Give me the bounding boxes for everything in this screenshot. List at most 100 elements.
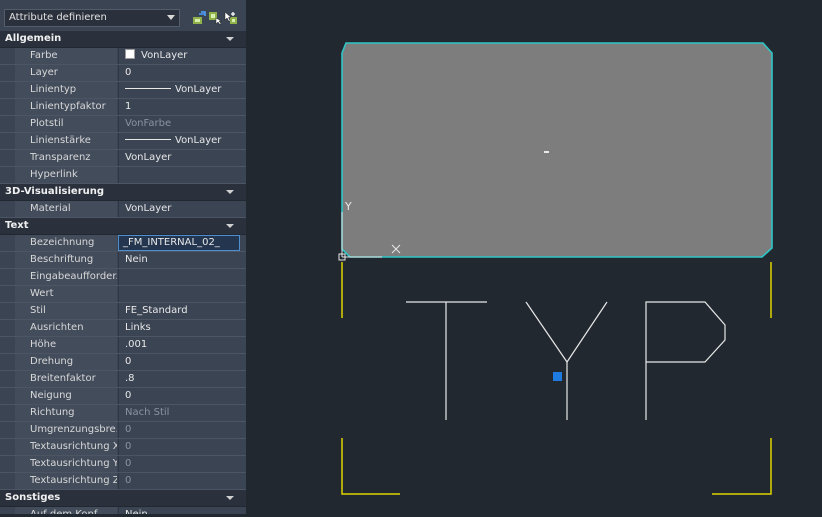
row-gutter: [0, 303, 15, 319]
property-row-transparenz[interactable]: Transparenz VonLayer: [0, 150, 246, 167]
property-row-wert[interactable]: Wert: [0, 286, 246, 303]
collapse-arrow-icon[interactable]: [226, 224, 234, 228]
property-row-richtung[interactable]: Richtung Nach Stil: [0, 405, 246, 422]
collapse-arrow-icon[interactable]: [226, 496, 234, 500]
properties-palette: Attribute definieren Allgemein Farbe VonLa…: [0, 0, 246, 514]
property-row-textausrichtung-y[interactable]: Textausrichtung Y 0: [0, 456, 246, 473]
property-row-stil[interactable]: Stil FE_Standard: [0, 303, 246, 320]
property-value[interactable]: FE_Standard: [118, 303, 240, 319]
property-row-auf-dem-kopf[interactable]: Auf dem Kopf Nein: [0, 507, 246, 514]
property-value[interactable]: 0: [118, 65, 240, 81]
property-grid: Allgemein Farbe VonLayer Layer 0 Linientyp Von…: [0, 31, 246, 514]
property-value: VonFarbe: [118, 116, 240, 132]
property-name: Transparenz: [15, 150, 117, 166]
category-text[interactable]: Text: [0, 218, 246, 235]
object-type-label: Attribute definieren: [9, 12, 107, 23]
row-gutter: [0, 82, 15, 98]
property-value-text: FE_Standard: [125, 305, 188, 316]
collapse-arrow-icon[interactable]: [226, 37, 234, 41]
property-value-text: Nein: [125, 254, 148, 265]
select-objects-icon[interactable]: [208, 11, 222, 25]
row-gutter: [0, 235, 15, 251]
row-gutter: [0, 388, 15, 404]
property-value-text: 0: [125, 475, 132, 486]
chevron-down-icon: [167, 15, 175, 20]
property-row-ausrichten[interactable]: Ausrichten Links: [0, 320, 246, 337]
property-row-beschriftung[interactable]: Beschriftung Nein: [0, 252, 246, 269]
property-name: Hyperlink: [15, 167, 117, 183]
toggle-pickadd-icon[interactable]: [224, 11, 238, 25]
property-row-farbe[interactable]: Farbe VonLayer: [0, 48, 246, 65]
property-value[interactable]: 0: [118, 354, 240, 370]
object-type-dropdown[interactable]: Attribute definieren: [4, 9, 180, 27]
property-value-text: 1: [125, 101, 132, 112]
property-row-drehung[interactable]: Drehung 0: [0, 354, 246, 371]
property-value[interactable]: [118, 269, 240, 285]
property-row-linienstärke[interactable]: Linienstärke VonLayer: [0, 133, 246, 150]
category-allgemein[interactable]: Allgemein: [0, 31, 246, 48]
quick-select-icon[interactable]: [192, 11, 206, 25]
property-value[interactable]: VonLayer: [118, 133, 240, 149]
property-value-text: Links: [125, 322, 151, 333]
line-sample-icon: [125, 139, 171, 140]
property-value[interactable]: .8: [118, 371, 240, 387]
property-value-text: VonLayer: [175, 84, 222, 95]
drawing-svg: Y: [338, 42, 773, 495]
property-name: Layer: [15, 65, 117, 81]
property-value[interactable]: Nein: [118, 252, 240, 268]
insertion-grip[interactable]: [553, 372, 562, 381]
property-row-material[interactable]: Material VonLayer: [0, 201, 246, 218]
property-row-linientyp[interactable]: Linientyp VonLayer: [0, 82, 246, 99]
property-name: Textausrichtung X: [15, 439, 117, 455]
row-gutter: [0, 354, 15, 370]
row-gutter: [0, 48, 15, 64]
property-value[interactable]: 1: [118, 99, 240, 115]
property-row-plotstil[interactable]: Plotstil VonFarbe: [0, 116, 246, 133]
property-value[interactable]: Nein: [118, 507, 240, 514]
collapse-arrow-icon[interactable]: [226, 190, 234, 194]
property-row-hyperlink[interactable]: Hyperlink: [0, 167, 246, 184]
property-value: Nach Stil: [118, 405, 240, 421]
drawing-area[interactable]: Y: [246, 0, 822, 514]
property-value[interactable]: _FM_INTERNAL_02_: [118, 235, 240, 251]
property-row-höhe[interactable]: Höhe .001: [0, 337, 246, 354]
property-value[interactable]: VonLayer: [118, 48, 240, 64]
row-gutter: [0, 337, 15, 353]
category-label: 3D-Visualisierung: [5, 186, 105, 197]
palette-header: Attribute definieren: [0, 0, 246, 30]
property-value[interactable]: [118, 167, 240, 183]
property-value-text: Nach Stil: [125, 407, 170, 418]
property-value[interactable]: Links: [118, 320, 240, 336]
property-name: Plotstil: [15, 116, 117, 132]
property-row-umgrenzungsbre[interactable]: Umgrenzungsbre... 0: [0, 422, 246, 439]
property-row-neigung[interactable]: Neigung 0: [0, 388, 246, 405]
property-value-text: 0: [125, 67, 132, 78]
category-sonstiges[interactable]: Sonstiges: [0, 490, 246, 507]
property-name: Drehung: [15, 354, 117, 370]
property-row-linientypfaktor[interactable]: Linientypfaktor 1: [0, 99, 246, 116]
property-row-bezeichnung[interactable]: Bezeichnung _FM_INTERNAL_02_: [0, 235, 246, 252]
typ-text-geometry[interactable]: [406, 301, 726, 420]
row-gutter: [0, 65, 15, 81]
property-value[interactable]: [118, 286, 240, 302]
property-row-eingabeaufforder[interactable]: Eingabeaufforder...: [0, 269, 246, 286]
property-value[interactable]: VonLayer: [118, 82, 240, 98]
line-sample-icon: [125, 88, 171, 89]
property-name: Textausrichtung Z: [15, 473, 117, 489]
property-name: Richtung: [15, 405, 117, 421]
attribute-boundary-rectangle[interactable]: [341, 42, 773, 258]
property-value[interactable]: VonLayer: [118, 201, 240, 217]
property-row-textausrichtung-x[interactable]: Textausrichtung X 0: [0, 439, 246, 456]
property-name: Beschriftung: [15, 252, 117, 268]
property-value[interactable]: VonLayer: [118, 150, 240, 166]
property-value-text: .8: [125, 373, 135, 384]
property-row-breitenfaktor[interactable]: Breitenfaktor .8: [0, 371, 246, 388]
category-3d-visualisierung[interactable]: 3D-Visualisierung: [0, 184, 246, 201]
ucs-y-label: Y: [344, 200, 352, 213]
row-gutter: [0, 116, 15, 132]
property-row-layer[interactable]: Layer 0: [0, 65, 246, 82]
property-value[interactable]: 0: [118, 388, 240, 404]
property-row-textausrichtung-z[interactable]: Textausrichtung Z 0: [0, 473, 246, 490]
property-value[interactable]: .001: [118, 337, 240, 353]
row-gutter: [0, 167, 15, 183]
